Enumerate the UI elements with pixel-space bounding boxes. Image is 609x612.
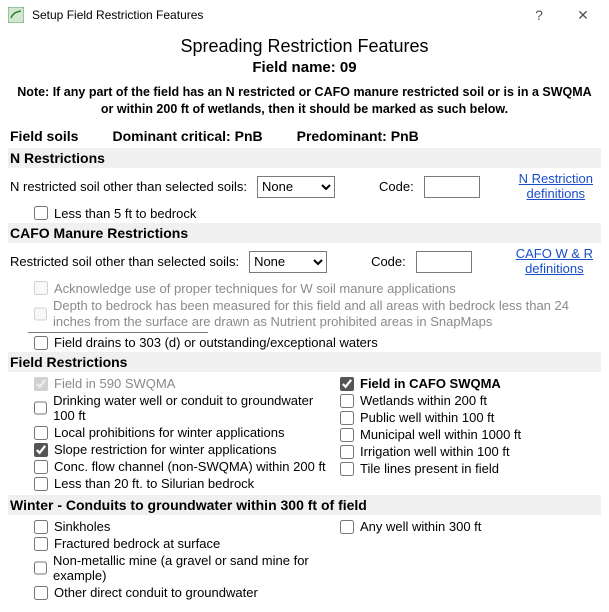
other-conduit-row: Other direct conduit to groundwater: [10, 585, 330, 600]
wetlands-checkbox[interactable]: [340, 394, 354, 408]
tile-label: Tile lines present in field: [360, 461, 499, 476]
help-button[interactable]: ?: [517, 1, 561, 29]
note-text: Note: If any part of the field has an N …: [14, 84, 595, 118]
cafo-swqma-row: Field in CAFO SWQMA: [340, 376, 599, 391]
cafo-swqma-checkbox[interactable]: [340, 377, 354, 391]
local-prohib-row: Local prohibitions for winter applicatio…: [10, 425, 330, 440]
irrigation-checkbox[interactable]: [340, 445, 354, 459]
local-prohib-label: Local prohibitions for winter applicatio…: [54, 425, 285, 440]
conc-flow-label: Conc. flow channel (non-SWQMA) within 20…: [54, 459, 326, 474]
depth-checkbox: [34, 307, 47, 321]
less20-row: Less than 20 ft. to Silurian bedrock: [10, 476, 330, 491]
n-code-input[interactable]: [424, 176, 480, 198]
irrigation-row: Irrigation well within 100 ft: [340, 444, 599, 459]
less-5ft-checkbox[interactable]: [34, 206, 48, 220]
fractured-row: Fractured bedrock at surface: [10, 536, 330, 551]
any-well-row: Any well within 300 ft: [340, 519, 599, 534]
ack-checkbox: [34, 281, 48, 295]
n-restrictions-header: N Restrictions: [8, 148, 601, 168]
window-titlebar: Setup Field Restriction Features ? ✕: [0, 0, 609, 30]
wetlands-label: Wetlands within 200 ft: [360, 393, 487, 408]
wetlands-row: Wetlands within 200 ft: [340, 393, 599, 408]
cafo-restricted-select[interactable]: None: [249, 251, 327, 273]
any-well-checkbox[interactable]: [340, 520, 354, 534]
cafo-code-label: Code:: [371, 254, 406, 269]
less20-checkbox[interactable]: [34, 477, 48, 491]
in590-label: Field in 590 SWQMA: [54, 376, 175, 391]
public-well-row: Public well within 100 ft: [340, 410, 599, 425]
fractured-label: Fractured bedrock at surface: [54, 536, 220, 551]
dominant-critical: Dominant critical: PnB: [112, 128, 262, 144]
n-restricted-label: N restricted soil other than selected so…: [10, 179, 247, 194]
cafo-link-line1: CAFO W & R: [516, 246, 593, 261]
ack-row: Acknowledge use of proper techniques for…: [10, 281, 599, 296]
n-restricted-select[interactable]: None: [257, 176, 335, 198]
in590-row: Field in 590 SWQMA: [10, 376, 330, 391]
tile-checkbox[interactable]: [340, 462, 354, 476]
cafo-swqma-label: Field in CAFO SWQMA: [360, 376, 501, 391]
cafo-restricted-label: Restricted soil other than selected soil…: [10, 254, 239, 269]
less-5ft-label: Less than 5 ft to bedrock: [54, 206, 196, 221]
municipal-checkbox[interactable]: [340, 428, 354, 442]
field-name-label: Field name: 09: [10, 59, 599, 76]
drains-row: Field drains to 303 (d) or outstanding/e…: [10, 335, 599, 350]
field-restrictions-grid: Field in 590 SWQMA Drinking water well o…: [10, 374, 599, 493]
cafo-row: Restricted soil other than selected soil…: [10, 247, 599, 277]
ack-label: Acknowledge use of proper techniques for…: [54, 281, 456, 296]
page-title: Spreading Restriction Features: [10, 36, 599, 57]
predominant: Predominant: PnB: [297, 128, 419, 144]
n-restriction-row: N restricted soil other than selected so…: [10, 172, 599, 202]
slope-label: Slope restriction for winter application…: [54, 442, 277, 457]
nonmetallic-label: Non-metallic mine (a gravel or sand mine…: [53, 553, 330, 583]
n-restriction-link-line1: N Restriction: [519, 171, 593, 186]
less-5ft-row: Less than 5 ft to bedrock: [10, 206, 599, 221]
public-well-checkbox[interactable]: [340, 411, 354, 425]
cafo-link-line2: definitions: [525, 261, 584, 276]
irrigation-label: Irrigation well within 100 ft: [360, 444, 510, 459]
less20-label: Less than 20 ft. to Silurian bedrock: [54, 476, 254, 491]
conc-flow-row: Conc. flow channel (non-SWQMA) within 20…: [10, 459, 330, 474]
fractured-checkbox[interactable]: [34, 537, 48, 551]
depth-label: Depth to bedrock has been measured for t…: [53, 298, 599, 331]
cafo-code-input[interactable]: [416, 251, 472, 273]
municipal-row: Municipal well within 1000 ft: [340, 427, 599, 442]
cafo-header: CAFO Manure Restrictions: [8, 223, 601, 243]
field-soils-row: Field soils Dominant critical: PnB Predo…: [10, 128, 599, 144]
in590-checkbox: [34, 377, 48, 391]
window-title: Setup Field Restriction Features: [32, 8, 517, 22]
conc-flow-checkbox[interactable]: [34, 460, 48, 474]
drinking-checkbox[interactable]: [34, 401, 47, 415]
app-icon: [8, 7, 24, 23]
drains-label: Field drains to 303 (d) or outstanding/e…: [54, 335, 378, 350]
nonmetallic-checkbox[interactable]: [34, 561, 47, 575]
n-restriction-link-line2: definitions: [527, 186, 586, 201]
local-prohib-checkbox[interactable]: [34, 426, 48, 440]
drinking-label: Drinking water well or conduit to ground…: [53, 393, 330, 423]
slope-row: Slope restriction for winter application…: [10, 442, 330, 457]
sinkholes-label: Sinkholes: [54, 519, 110, 534]
sinkholes-row: Sinkholes: [10, 519, 330, 534]
divider: [28, 332, 208, 333]
n-restriction-link[interactable]: N Restriction definitions: [519, 172, 593, 202]
field-restrictions-header: Field Restrictions: [8, 352, 601, 372]
winter-header: Winter - Conduits to groundwater within …: [8, 495, 601, 515]
municipal-label: Municipal well within 1000 ft: [360, 427, 521, 442]
dialog-content: Spreading Restriction Features Field nam…: [0, 30, 609, 612]
winter-grid: Sinkholes Fractured bedrock at surface N…: [10, 517, 599, 602]
drains-checkbox[interactable]: [34, 336, 48, 350]
other-conduit-label: Other direct conduit to groundwater: [54, 585, 258, 600]
close-button[interactable]: ✕: [561, 1, 605, 29]
n-code-label: Code:: [379, 179, 414, 194]
other-conduit-checkbox[interactable]: [34, 586, 48, 600]
sinkholes-checkbox[interactable]: [34, 520, 48, 534]
slope-checkbox[interactable]: [34, 443, 48, 457]
depth-row: Depth to bedrock has been measured for t…: [10, 298, 599, 331]
public-well-label: Public well within 100 ft: [360, 410, 494, 425]
drinking-row: Drinking water well or conduit to ground…: [10, 393, 330, 423]
field-soils-label: Field soils: [10, 128, 78, 144]
any-well-label: Any well within 300 ft: [360, 519, 481, 534]
tile-row: Tile lines present in field: [340, 461, 599, 476]
cafo-definitions-link[interactable]: CAFO W & R definitions: [516, 247, 593, 277]
nonmetallic-row: Non-metallic mine (a gravel or sand mine…: [10, 553, 330, 583]
